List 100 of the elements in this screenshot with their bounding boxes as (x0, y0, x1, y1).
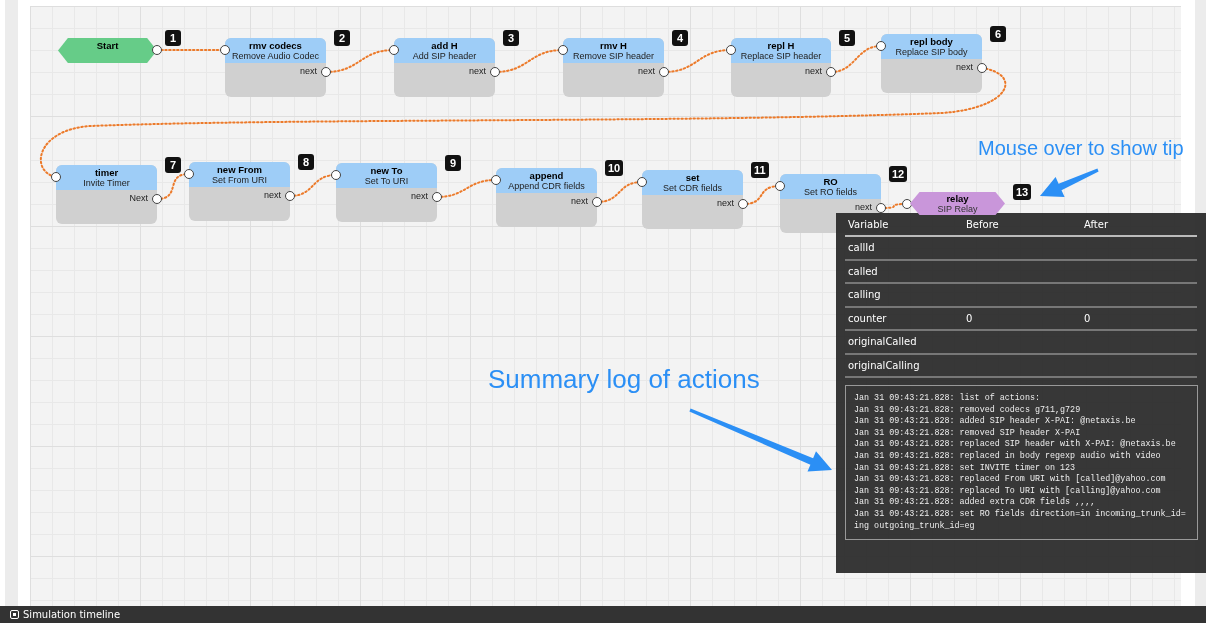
port-label: next (264, 190, 281, 201)
table-cell-text: calling (848, 288, 882, 303)
action-node[interactable]: new To Set To URI next (336, 163, 437, 222)
table-cell-text: called (848, 264, 879, 279)
column-header: After (1084, 218, 1109, 232)
node-subtitle: Append CDR fields (508, 181, 585, 192)
connection-port[interactable] (490, 67, 500, 77)
node-title: Start (96, 40, 119, 53)
step-number: 12 (889, 166, 908, 182)
expand-icon[interactable] (10, 610, 19, 619)
node-subtitle: Remove SIP header (573, 51, 654, 62)
connection-port[interactable] (432, 192, 442, 202)
table-cell-text: originalCalling (848, 358, 921, 373)
node-title: new From (217, 164, 262, 175)
connection-port[interactable] (51, 172, 61, 182)
action-node[interactable]: append Append CDR fields next (496, 168, 597, 227)
node-subtitle: Replace SIP header (740, 51, 822, 62)
node-subtitle: Add SIP header (412, 51, 477, 62)
port-label: next (805, 66, 822, 77)
port-label: next (956, 62, 973, 73)
connection-port[interactable] (321, 67, 331, 77)
node-title: rmv codecs (249, 40, 302, 51)
action-node[interactable]: timer Invite Timer Next (56, 165, 157, 224)
node-subtitle: Remove Audio Codec (231, 51, 320, 62)
connection-port[interactable] (558, 45, 568, 55)
column-header: Before (966, 218, 1000, 232)
step-number: 2 (334, 30, 350, 46)
connection-port[interactable] (902, 199, 912, 209)
log-line: Jan 31 09:43:21.828: list of actions: (854, 393, 1041, 405)
port-label: next (855, 202, 872, 213)
log-line: Jan 31 09:43:21.828: added SIP header X-PAI: @netaxis.be (854, 416, 1137, 428)
step-number: 8 (298, 154, 314, 170)
table-cell-text: 0 (966, 311, 974, 326)
timeline-label[interactable]: Simulation timeline (23, 608, 121, 621)
step-number: 7 (165, 157, 181, 173)
annotation-text: Mouse over to show tip (978, 138, 1184, 158)
connection-port[interactable] (977, 63, 987, 73)
node-title: add H (431, 40, 458, 51)
connection-port[interactable] (726, 45, 736, 55)
step-number: 4 (672, 30, 688, 46)
action-node[interactable]: add H Add SIP header next (394, 38, 495, 97)
log-line: Jan 31 09:43:21.828: removed SIP header X-PAI (854, 427, 1082, 439)
log-line: Jan 31 09:43:21.828: added extra CDR fields ,,,, (854, 497, 1097, 509)
step-number: 10 (605, 160, 624, 176)
connection-port[interactable] (285, 191, 295, 201)
port-label: next (571, 196, 588, 207)
connection-port[interactable] (331, 170, 341, 180)
port-label: next (638, 66, 655, 77)
connection-port[interactable] (738, 199, 748, 209)
node-title: new To (370, 165, 403, 176)
table-cell-text: 0 (1084, 311, 1092, 326)
connection-port[interactable] (491, 175, 501, 185)
table-cell-text: originalCalled (848, 335, 918, 350)
connection-port[interactable] (876, 41, 886, 51)
step-number: 1 (165, 30, 181, 46)
log-line: Jan 31 09:43:21.828: set RO fields direction=in incoming_trunk_id=ing outgoing_trunk_id=eg (854, 508, 1187, 533)
callout-arrow (1040, 168, 1099, 197)
annotation-text: Summary log of actions (488, 366, 760, 392)
end-node[interactable]: relay SIP Relay (910, 192, 1005, 215)
connection-port[interactable] (592, 197, 602, 207)
port-label: next (469, 66, 486, 77)
port-label: Next (129, 193, 148, 204)
connection-port[interactable] (775, 181, 785, 191)
node-title: rmv H (600, 40, 627, 51)
connection-port[interactable] (659, 67, 669, 77)
step-number: 13 (1013, 184, 1032, 200)
connection-port[interactable] (389, 45, 399, 55)
action-node[interactable]: repl H Replace SIP header next (731, 38, 831, 97)
node-subtitle: Set From URI (212, 175, 267, 186)
action-node[interactable]: new From Set From URI next (189, 162, 290, 221)
action-node[interactable]: rmv codecs Remove Audio Codec next (225, 38, 326, 97)
log-line: Jan 31 09:43:21.828: replaced To URI with [calling]@yahoo.com (854, 485, 1162, 497)
action-node[interactable]: rmv H Remove SIP header next (563, 38, 664, 97)
step-number: 3 (503, 30, 519, 46)
log-line: Jan 31 09:43:21.828: replaced From URI with [called]@yahoo.com (854, 474, 1167, 486)
connection-port[interactable] (220, 45, 230, 55)
node-title: append (529, 170, 564, 181)
node-subtitle: Replace SIP body (895, 47, 968, 58)
node-subtitle: Set RO fields (804, 187, 857, 198)
port-label: next (717, 198, 734, 209)
action-node[interactable]: repl body Replace SIP body next (881, 34, 982, 93)
node-subtitle: Invite Timer (83, 178, 130, 189)
action-node[interactable]: set Set CDR fields next (642, 170, 743, 229)
log-line: Jan 31 09:43:21.828: replaced in body regexp audio with video (854, 450, 1162, 463)
node-subtitle: Set CDR fields (663, 183, 722, 194)
node-subtitle: Set To URI (364, 176, 409, 187)
node-title: timer (94, 167, 119, 178)
step-number: 9 (445, 155, 461, 171)
connection-port[interactable] (184, 169, 194, 179)
node-title: repl body (910, 36, 953, 47)
connection-port[interactable] (826, 67, 836, 77)
table-cell-text: counter (848, 311, 888, 326)
connection-port[interactable] (152, 194, 162, 204)
node-title: repl H (767, 40, 795, 51)
port-label: next (300, 66, 317, 77)
connection-port[interactable] (152, 45, 162, 55)
step-number: 11 (751, 162, 769, 178)
port-label: next (411, 191, 428, 202)
connection-port[interactable] (637, 177, 647, 187)
table-cell-text: callId (848, 241, 876, 256)
